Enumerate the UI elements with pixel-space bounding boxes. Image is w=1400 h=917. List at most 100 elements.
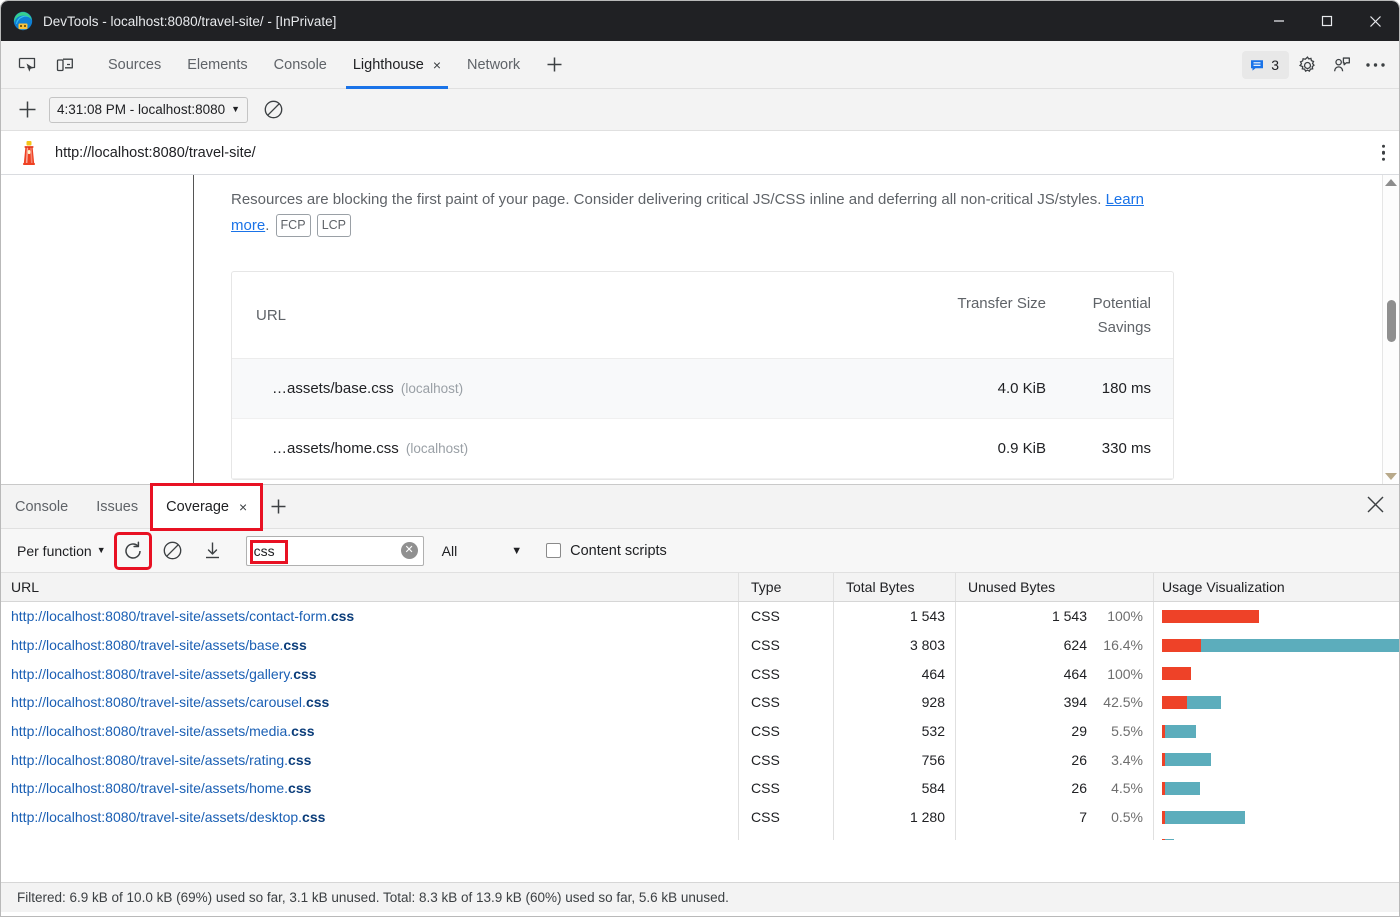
report-content: Resources are blocking the first paint o…	[194, 175, 1382, 484]
drawer: Console Issues Coverage × Per function ▼	[1, 485, 1399, 912]
device-toolbar-icon[interactable]	[49, 49, 81, 81]
close-lighthouse-tab-button[interactable]: ×	[433, 58, 441, 72]
search-input[interactable]	[247, 543, 401, 559]
column-header-unused-bytes[interactable]: Unused Bytes	[956, 573, 1154, 601]
drawer-tab-console[interactable]: Console	[1, 485, 82, 529]
cell-type: CSS	[739, 832, 834, 841]
more-options-icon[interactable]	[1359, 49, 1391, 81]
maximize-button[interactable]	[1303, 1, 1351, 41]
cell-url[interactable]: http://localhost:8080/travel-site/assets…	[1, 774, 739, 803]
coverage-search-box[interactable]: ✕	[246, 536, 424, 566]
cell-unused-bytes: 70.5%	[956, 803, 1154, 832]
drawer-tab-issues[interactable]: Issues	[82, 485, 152, 529]
tab-label: Sources	[108, 57, 161, 73]
checkbox-box[interactable]	[546, 543, 561, 558]
usage-bar-used	[1165, 811, 1245, 824]
clear-input-icon[interactable]: ✕	[401, 542, 418, 559]
cell-url[interactable]: http://localhost:8080/travel-site/assets…	[1, 717, 739, 746]
metric-chip-lcp: LCP	[317, 214, 351, 238]
clear-prohibited-icon[interactable]	[156, 534, 190, 568]
cell-url[interactable]: http://localhost:8080/travel-site/assets…	[1, 631, 739, 660]
scroll-down-arrow-icon[interactable]	[1385, 473, 1397, 480]
content-scripts-checkbox[interactable]: Content scripts	[546, 543, 667, 559]
close-drawer-button[interactable]	[1366, 495, 1385, 519]
granularity-value: Per function	[17, 543, 92, 559]
clear-prohibited-icon[interactable]	[256, 94, 290, 126]
table-row[interactable]: http://localhost:8080/travel-site/assets…	[1, 717, 1399, 746]
scroll-up-arrow-icon[interactable]	[1385, 179, 1397, 186]
kebab-menu-icon[interactable]	[1382, 144, 1386, 161]
tab-elements[interactable]: Elements	[174, 41, 260, 89]
cell-url[interactable]: http://localhost:8080/travel-site/assets…	[1, 602, 739, 631]
tab-lighthouse[interactable]: Lighthouse ×	[340, 41, 454, 89]
audit-row-savings: 330 ms	[1046, 440, 1151, 457]
cell-url[interactable]: http://localhost:8080/travel-site/assets…	[1, 688, 739, 717]
table-row[interactable]: http://localhost:8080/travel-site/assets…	[1, 832, 1399, 841]
column-header-type[interactable]: Type	[739, 573, 834, 601]
tab-console[interactable]: Console	[261, 41, 340, 89]
new-lighthouse-report-button[interactable]	[11, 94, 43, 126]
scrollbar-thumb[interactable]	[1387, 300, 1396, 342]
drawer-tab-coverage[interactable]: Coverage ×	[152, 485, 261, 529]
granularity-dropdown[interactable]: Per function ▼	[13, 538, 110, 564]
usage-bar	[1162, 753, 1211, 766]
reload-icon[interactable]	[116, 534, 150, 568]
cell-usage-visualization	[1154, 774, 1399, 803]
table-row[interactable]: http://localhost:8080/travel-site/assets…	[1, 631, 1399, 660]
column-header-url[interactable]: URL	[1, 573, 739, 601]
tab-label: Lighthouse	[353, 57, 424, 73]
cell-url[interactable]: http://localhost:8080/travel-site/assets…	[1, 832, 739, 841]
download-export-icon[interactable]	[196, 534, 230, 568]
cell-total-bytes: 532	[834, 717, 956, 746]
content-scripts-label: Content scripts	[570, 543, 667, 559]
add-tab-button[interactable]	[537, 41, 571, 89]
report-scrollbar[interactable]	[1382, 175, 1399, 484]
tab-label: Elements	[187, 57, 247, 73]
cell-unused-bytes: 295.5%	[956, 717, 1154, 746]
column-header-total-bytes[interactable]: Total Bytes	[834, 573, 956, 601]
table-row[interactable]: http://localhost:8080/travel-site/assets…	[1, 688, 1399, 717]
report-url: http://localhost:8080/travel-site/	[55, 145, 256, 161]
table-row[interactable]: http://localhost:8080/travel-site/assets…	[1, 659, 1399, 688]
cell-unused-bytes: 263.4%	[956, 745, 1154, 774]
cell-type: CSS	[739, 745, 834, 774]
cell-type: CSS	[739, 717, 834, 746]
type-filter-value[interactable]: All	[442, 543, 458, 559]
close-window-button[interactable]	[1351, 1, 1399, 41]
edge-logo-icon	[13, 11, 33, 31]
unused-bytes-value: 29	[1071, 723, 1087, 739]
table-row[interactable]: http://localhost:8080/travel-site/assets…	[1, 602, 1399, 631]
tab-sources[interactable]: Sources	[95, 41, 174, 89]
table-row[interactable]: http://localhost:8080/travel-site/assets…	[1, 745, 1399, 774]
audit-row-url-text: …assets/base.css	[272, 380, 394, 397]
tab-network[interactable]: Network	[454, 41, 533, 89]
coverage-toolbar: Per function ▼ ✕	[1, 529, 1399, 573]
type-filter-chevron-down-icon[interactable]: ▼	[511, 545, 522, 557]
audit-row-savings: 180 ms	[1046, 380, 1151, 397]
add-drawer-tab-button[interactable]	[261, 485, 295, 529]
gear-icon[interactable]	[1291, 49, 1323, 81]
cell-url[interactable]: http://localhost:8080/travel-site/assets…	[1, 803, 739, 832]
report-select-dropdown[interactable]: 4:31:08 PM - localhost:8080 ▼	[49, 97, 248, 123]
unused-bytes-percent: 42.5%	[1097, 694, 1143, 710]
column-header-usage-visualization[interactable]: Usage Visualization	[1154, 573, 1399, 601]
unused-bytes-percent: 100%	[1097, 666, 1143, 682]
table-row[interactable]: http://localhost:8080/travel-site/assets…	[1, 803, 1399, 832]
usage-bar-unused	[1162, 610, 1259, 623]
usage-bar-used	[1187, 696, 1221, 709]
unused-bytes-value: 26	[1071, 752, 1087, 768]
feedback-person-icon[interactable]	[1325, 49, 1357, 81]
usage-bar	[1162, 725, 1196, 738]
cell-usage-visualization	[1154, 659, 1399, 688]
cell-url[interactable]: http://localhost:8080/travel-site/assets…	[1, 659, 739, 688]
usage-bar-used	[1165, 839, 1175, 840]
inspect-element-icon[interactable]	[11, 49, 43, 81]
minimize-button[interactable]	[1255, 1, 1303, 41]
table-row[interactable]: http://localhost:8080/travel-site/assets…	[1, 774, 1399, 803]
cell-type: CSS	[739, 602, 834, 631]
cell-url[interactable]: http://localhost:8080/travel-site/assets…	[1, 745, 739, 774]
usage-bar	[1162, 667, 1191, 680]
close-coverage-tab-button[interactable]: ×	[239, 499, 247, 515]
audit-row-url: …assets/base.css (localhost)	[272, 380, 941, 397]
issues-counter-button[interactable]: 3	[1242, 51, 1289, 79]
